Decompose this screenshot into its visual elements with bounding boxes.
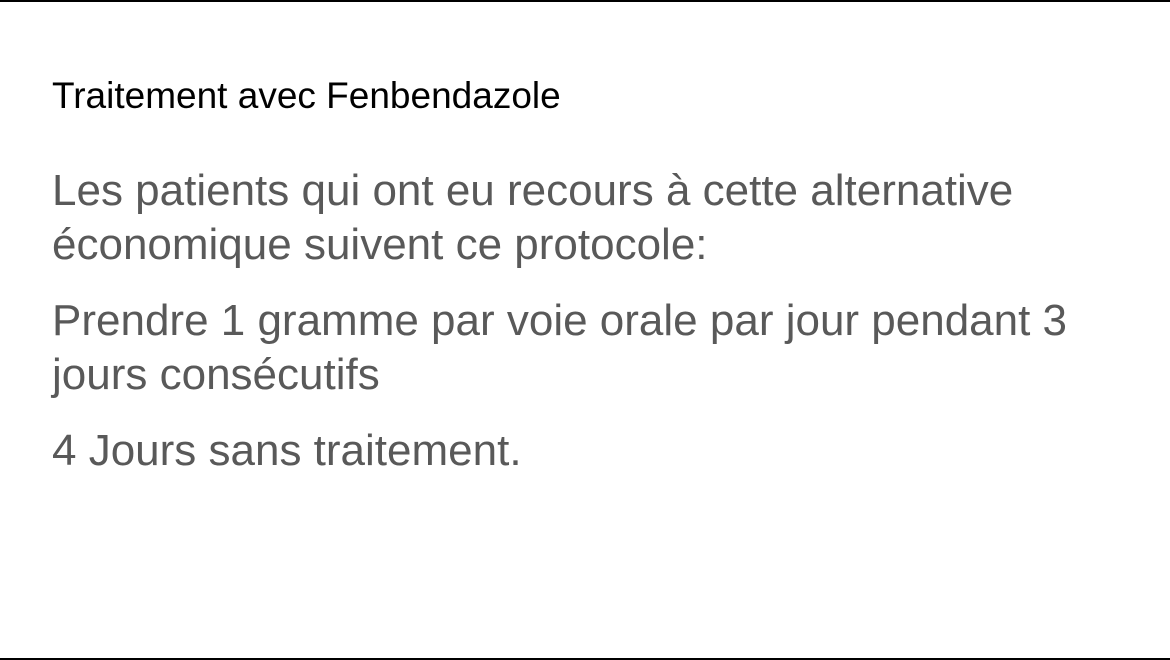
slide: Traitement avec Fenbendazole Les patient… bbox=[0, 0, 1170, 660]
slide-title: Traitement avec Fenbendazole bbox=[52, 75, 561, 116]
body-paragraph: 4 Jours sans traitement. bbox=[52, 426, 522, 475]
slide-body: Les patients qui ont eu recours à cette … bbox=[52, 164, 1142, 500]
body-paragraph: Prendre 1 gramme par voie orale par jour… bbox=[52, 296, 1068, 399]
body-paragraph: Les patients qui ont eu recours à cette … bbox=[52, 166, 1014, 269]
